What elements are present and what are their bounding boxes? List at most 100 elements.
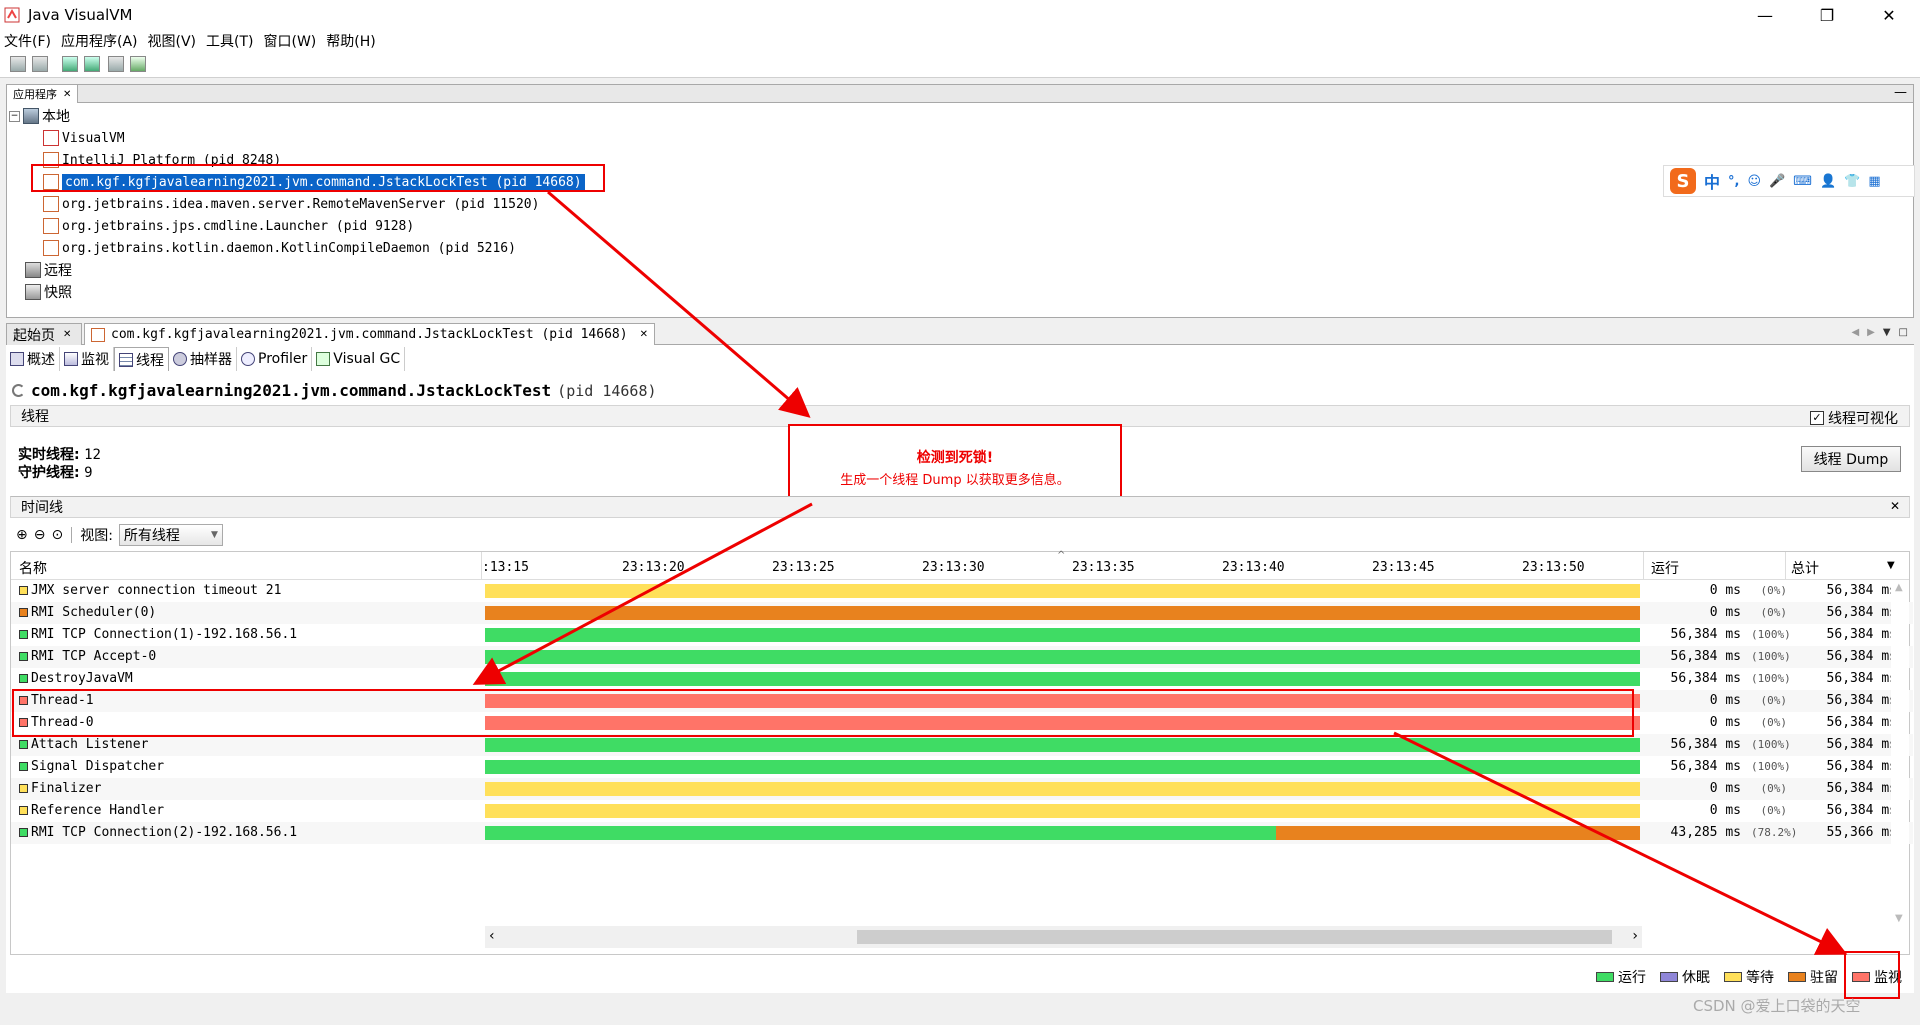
- tree-node-maven-server[interactable]: org.jetbrains.idea.maven.server.RemoteMa…: [9, 193, 909, 215]
- visualvm-icon: [43, 130, 59, 146]
- thread-name-label: DestroyJavaVM: [31, 671, 133, 686]
- thread-run-percent: (100%): [1751, 672, 1791, 685]
- thread-state-icon: [19, 740, 28, 749]
- tab-list-icon[interactable]: ▼: [1883, 327, 1891, 338]
- thread-row[interactable]: JMX server connection timeout 21 0 ms (0%)…: [11, 580, 1913, 602]
- ime-lang-toggle[interactable]: 中: [1704, 169, 1720, 193]
- scroll-tabs-left-icon[interactable]: ◀: [1851, 327, 1859, 338]
- tree-node-remote[interactable]: 远程: [9, 259, 909, 281]
- maximize-button[interactable]: ❐: [1804, 0, 1850, 30]
- tab-start-page-close-icon[interactable]: ✕: [63, 329, 71, 340]
- zoom-fit-icon[interactable]: ⊙: [51, 527, 63, 543]
- thread-row[interactable]: RMI TCP Connection(2)-192.168.56.1 43,285…: [11, 822, 1913, 844]
- thread-row[interactable]: Reference Handler 0 ms (0%) 56,384 ms: [11, 800, 1913, 822]
- zoom-out-icon[interactable]: ⊖: [34, 527, 46, 543]
- annotation-box-deadlocked-threads: [12, 689, 1634, 737]
- zoom-in-icon[interactable]: ⊕: [16, 527, 28, 543]
- threads-section-title: 线程: [21, 409, 49, 425]
- thread-state-icon: [19, 630, 28, 639]
- thread-dump-button[interactable]: 线程 Dump: [1801, 446, 1901, 472]
- add-vm-coredump-icon[interactable]: [130, 56, 146, 72]
- minimize-button[interactable]: —: [1742, 0, 1788, 30]
- scrollbar-thumb[interactable]: [857, 930, 1612, 944]
- thread-row[interactable]: Finalizer 0 ms (0%) 56,384 ms: [11, 778, 1913, 800]
- horizontal-scrollbar[interactable]: ‹ ›: [485, 926, 1642, 948]
- tab-monitor[interactable]: 监视: [60, 347, 114, 371]
- thread-name: Finalizer: [19, 781, 101, 796]
- thread-run-percent: (100%): [1751, 650, 1791, 663]
- applications-tab[interactable]: 应用程序 ✕: [7, 85, 79, 103]
- thread-row[interactable]: Attach Listener 56,384 ms (100%) 56,384 ms: [11, 734, 1913, 756]
- menu-application[interactable]: 应用程序(A): [61, 31, 138, 51]
- scroll-right-icon[interactable]: ›: [1632, 928, 1638, 944]
- tab-visual-gc[interactable]: Visual GC: [312, 347, 406, 371]
- user-icon[interactable]: 👤: [1820, 174, 1836, 189]
- close-timeline-icon[interactable]: ✕: [1890, 499, 1900, 513]
- keyboard-icon[interactable]: ⌨: [1793, 174, 1812, 189]
- daemon-threads-label: 守护线程:: [18, 465, 80, 481]
- tree-node-visualvm[interactable]: VisualVM: [9, 127, 909, 149]
- scroll-tabs-right-icon[interactable]: ▶: [1867, 327, 1875, 338]
- tree-node-kotlin-daemon[interactable]: org.jetbrains.kotlin.daemon.KotlinCompil…: [9, 237, 909, 259]
- tab-start-page[interactable]: 起始页 ✕: [6, 323, 82, 345]
- punctuation-icon[interactable]: °,: [1728, 174, 1739, 189]
- thread-total-time: 56,384 ms: [1826, 583, 1897, 598]
- view-filter-select[interactable]: 所有线程 ▼: [118, 524, 223, 546]
- column-run-header[interactable]: 运行: [1651, 558, 1679, 578]
- add-core-dump-icon[interactable]: [108, 56, 124, 72]
- thread-row[interactable]: RMI TCP Accept-0 56,384 ms (100%) 56,384 ms: [11, 646, 1913, 668]
- tab-jstacklocktest[interactable]: com.kgf.kgfjavalearning2021.jvm.command.…: [84, 323, 655, 345]
- collapse-icon[interactable]: −: [9, 110, 20, 122]
- thread-visualization-checkbox[interactable]: ✓ 线程可视化: [1810, 408, 1898, 428]
- maximize-tab-icon[interactable]: □: [1899, 327, 1908, 338]
- microphone-icon[interactable]: 🎤: [1769, 174, 1785, 189]
- tab-sampler[interactable]: 抽样器: [169, 347, 237, 371]
- load-snapshot-icon[interactable]: [32, 56, 48, 72]
- menu-view[interactable]: 视图(V): [148, 31, 197, 51]
- thread-visualization-label: 线程可视化: [1828, 411, 1898, 427]
- thread-row[interactable]: Signal Dispatcher 56,384 ms (100%) 56,384 m…: [11, 756, 1913, 778]
- toolbox-icon[interactable]: ▦: [1868, 174, 1880, 189]
- thread-row[interactable]: DestroyJavaVM 56,384 ms (100%) 56,384 ms: [11, 668, 1913, 690]
- column-total-header[interactable]: 总计: [1791, 558, 1819, 578]
- thread-name-label: Finalizer: [31, 781, 102, 796]
- scroll-down-icon[interactable]: ▼: [1895, 913, 1903, 924]
- emoji-icon[interactable]: ☺: [1747, 174, 1761, 189]
- menu-help[interactable]: 帮助(H): [326, 31, 375, 51]
- thread-row[interactable]: RMI TCP Connection(1)-192.168.56.1 56,384…: [11, 624, 1913, 646]
- applications-tab-close-icon[interactable]: ✕: [63, 89, 71, 100]
- scroll-up-icon[interactable]: ▲: [1895, 582, 1903, 593]
- thread-name-label: RMI TCP Connection(1)-192.168.56.1: [31, 627, 298, 642]
- tab-jstacklocktest-close-icon[interactable]: ✕: [640, 329, 648, 340]
- add-remote-host-icon[interactable]: [84, 56, 100, 72]
- thread-run-time: 56,384 ms: [1670, 649, 1741, 664]
- timeline-section-title: 时间线: [21, 500, 63, 516]
- column-chooser-icon[interactable]: ▼: [1887, 560, 1895, 571]
- thread-counts: 实时线程: 12 守护线程: 9: [18, 446, 101, 482]
- tab-profiler[interactable]: Profiler: [237, 347, 313, 371]
- vertical-scrollbar[interactable]: ▲ ▼: [1891, 580, 1909, 926]
- menu-file[interactable]: 文件(F): [4, 31, 51, 51]
- local-host-icon: [23, 108, 39, 124]
- sogou-logo-icon[interactable]: S: [1670, 168, 1696, 194]
- tab-threads[interactable]: 线程: [114, 347, 169, 371]
- legend-label: 休眠: [1682, 970, 1710, 986]
- menu-window[interactable]: 窗口(W): [264, 31, 317, 51]
- thread-total-time: 56,384 ms: [1826, 649, 1897, 664]
- column-name-header[interactable]: 名称: [19, 558, 47, 578]
- tree-node-local[interactable]: − 本地: [9, 105, 909, 127]
- thread-row[interactable]: RMI Scheduler(0) 0 ms (0%) 56,384 ms: [11, 602, 1913, 624]
- menu-tools[interactable]: 工具(T): [206, 31, 253, 51]
- tree-node-jps-launcher[interactable]: org.jetbrains.jps.cmdline.Launcher (pid …: [9, 215, 909, 237]
- tab-visual-gc-label: Visual GC: [333, 351, 401, 367]
- tree-node-snapshot[interactable]: 快照: [9, 281, 909, 303]
- skin-icon[interactable]: 👕: [1844, 174, 1860, 189]
- add-jmx-connection-icon[interactable]: [62, 56, 78, 72]
- tab-overview[interactable]: 概述: [6, 347, 60, 371]
- checkbox-checked-icon[interactable]: ✓: [1810, 411, 1824, 425]
- column-divider: [1785, 552, 1786, 580]
- minimize-panel-icon[interactable]: —: [1894, 85, 1907, 100]
- scroll-left-icon[interactable]: ‹: [489, 928, 495, 944]
- close-window-button[interactable]: ✕: [1866, 0, 1912, 30]
- load-heap-dump-icon[interactable]: [10, 56, 26, 72]
